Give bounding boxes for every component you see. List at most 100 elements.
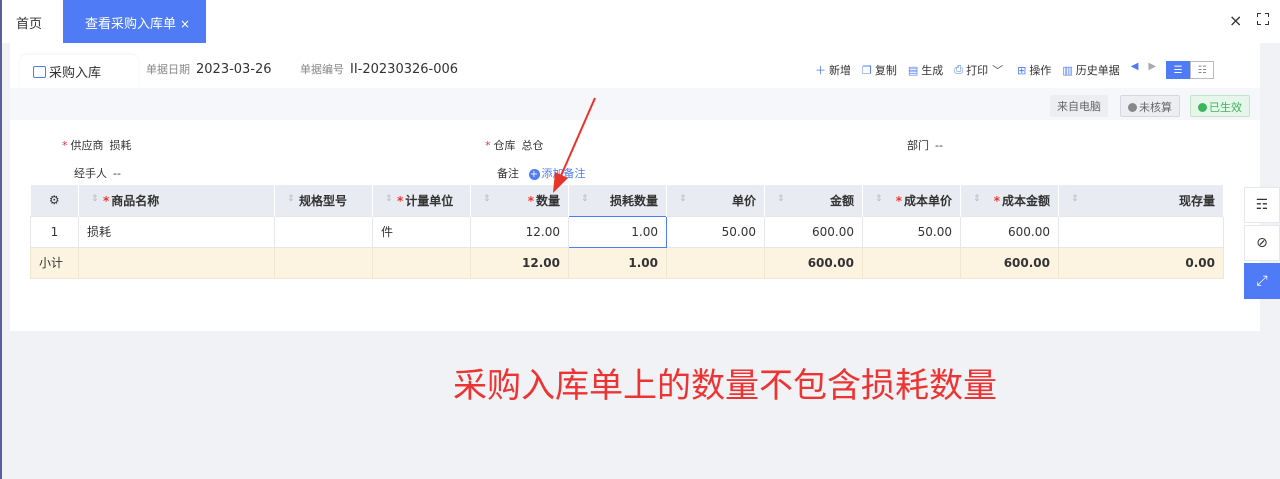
- toolbar: ＋新增 ❐ 复制 ▤ 生成 ⎙ 打印 ﹀ ⊞ 操作 ▥ 历史单据 ◀ ▶ ☰ ☷: [815, 61, 1215, 79]
- col-unit-label: 计量单位: [405, 193, 454, 208]
- doc-date-label: 单据日期: [146, 63, 190, 76]
- cell-product-name[interactable]: 损耗: [78, 215, 275, 248]
- table-header-row: ⚙ ⇕ * 商品名称 ⇕ 规格型号 ⇕ * 计量单位 ⇕ * 数量 ⇕ 损耗数量 ⇕ 单价 ⇕ 金额…: [30, 185, 1224, 216]
- detail-view-icon[interactable]: ☷: [1190, 61, 1215, 79]
- close-icon[interactable]: ×: [1229, 11, 1242, 30]
- chevron-down-icon: ﹀: [992, 64, 1004, 77]
- remark-field: 备注 + 添加备注: [497, 165, 586, 181]
- doc-date: 单据日期 2023-03-26: [146, 61, 272, 77]
- sort-icon[interactable]: ⇕: [777, 194, 785, 204]
- cell-cost-price[interactable]: 50.00: [862, 215, 961, 248]
- subtotal-loss-qty: 1.00: [568, 246, 667, 279]
- cell-price[interactable]: 50.00: [666, 215, 765, 248]
- cell-unit[interactable]: 件: [372, 215, 471, 248]
- cell-cost-amount[interactable]: 600.00: [960, 215, 1059, 248]
- annotation-text: 采购入库单上的数量不包含损耗数量: [453, 366, 997, 406]
- tab-close-icon[interactable]: ×: [180, 17, 190, 31]
- list-view-icon[interactable]: ☰: [1166, 61, 1191, 79]
- doc-date-value: 2023-03-26: [196, 62, 272, 77]
- subtotal-empty: [274, 246, 373, 279]
- operate-button[interactable]: ⊞ 操作: [1017, 61, 1051, 79]
- generate-button[interactable]: ▤ 生成: [908, 61, 943, 79]
- sort-icon[interactable]: ⇕: [483, 194, 491, 204]
- sort-icon[interactable]: ⇕: [91, 194, 99, 204]
- required-mark: *: [993, 193, 1000, 208]
- sort-icon[interactable]: ⇕: [581, 194, 589, 204]
- document-header: 采购入库 单据日期 2023-03-26 单据编号 II-20230326-006 …: [10, 43, 1260, 88]
- sort-icon[interactable]: ⇕: [973, 194, 981, 204]
- sort-icon[interactable]: ⇕: [287, 194, 295, 204]
- col-spec-label: 规格型号: [299, 193, 348, 208]
- col-stock[interactable]: ⇕ 现存量: [1058, 185, 1224, 216]
- print-button[interactable]: ⎙ 打印 ﹀: [954, 61, 1006, 79]
- history-button-label: 历史单据: [1075, 64, 1120, 77]
- department-label: 部门: [907, 139, 929, 152]
- history-doc-icon: ▥: [1062, 63, 1073, 77]
- check-icon: [1198, 103, 1207, 112]
- warehouse-label: 仓库: [493, 139, 516, 152]
- col-unit[interactable]: ⇕ * 计量单位: [372, 185, 471, 216]
- required-mark: *: [103, 193, 110, 208]
- supplier-field[interactable]: * 供应商 损耗: [62, 137, 132, 153]
- cell-qty[interactable]: 12.00: [470, 215, 569, 248]
- fullscreen-icon[interactable]: [1257, 13, 1269, 25]
- add-remark-label: 添加备注: [541, 167, 586, 180]
- table-row[interactable]: 1 损耗 件 12.00 1.00 50.00 600.00 50.00 600…: [30, 215, 1224, 248]
- history-button[interactable]: ▥ 历史单据: [1062, 61, 1119, 79]
- grid-icon: ⊞: [1017, 63, 1027, 77]
- col-cost-amount-label: 成本金额: [1001, 193, 1050, 208]
- col-product-name[interactable]: ⇕ * 商品名称: [78, 185, 275, 216]
- doc-number: 单据编号 II-20230326-006: [300, 61, 458, 77]
- purchase-receipt-icon: [33, 66, 46, 78]
- cell-amount[interactable]: 600.00: [764, 215, 863, 248]
- expand-icon[interactable]: ⤢: [1244, 263, 1280, 299]
- row-number: 1: [30, 215, 79, 248]
- operate-button-label: 操作: [1029, 64, 1052, 77]
- warehouse-field[interactable]: * 仓库 总仓: [485, 137, 544, 153]
- department-field[interactable]: 部门 --: [907, 137, 943, 153]
- copy-button[interactable]: ❐ 复制: [862, 61, 897, 79]
- sort-icon[interactable]: ⇕: [385, 194, 393, 204]
- col-qty[interactable]: ⇕ * 数量: [470, 185, 569, 216]
- handler-label: 经手人: [74, 167, 107, 180]
- col-spec[interactable]: ⇕ 规格型号: [274, 185, 373, 216]
- attachment-icon[interactable]: ⊘: [1244, 225, 1280, 261]
- cell-spec[interactable]: [274, 215, 373, 248]
- sort-icon[interactable]: ⇕: [679, 194, 687, 204]
- col-price-label: 单价: [731, 193, 756, 208]
- col-loss-qty[interactable]: ⇕ 损耗数量: [568, 185, 667, 216]
- cell-stock: [1058, 215, 1224, 248]
- cell-loss-qty[interactable]: 1.00: [568, 215, 667, 248]
- sort-icon[interactable]: ⇕: [875, 194, 883, 204]
- supplier-value: 损耗: [109, 139, 132, 152]
- warehouse-value: 总仓: [521, 139, 544, 152]
- subtotal-cost-amount: 600.00: [960, 246, 1059, 279]
- add-remark-link[interactable]: + 添加备注: [528, 167, 586, 180]
- new-button-label: 新增: [829, 64, 851, 77]
- tab-home[interactable]: 首页: [16, 13, 42, 32]
- tab-view-purchase-receipt[interactable]: 查看采购入库单 ×: [63, 0, 206, 43]
- required-mark: *: [397, 193, 404, 208]
- new-button[interactable]: ＋新增: [815, 61, 851, 79]
- subtotal-stock: 0.00: [1058, 246, 1224, 279]
- col-cost-price-label: 成本单价: [903, 193, 952, 208]
- sort-icon[interactable]: ⇕: [1071, 194, 1079, 204]
- copy-icon: ❐: [862, 63, 872, 77]
- required-mark: *: [62, 139, 68, 152]
- next-record-icon[interactable]: ▶: [1148, 61, 1156, 79]
- col-price[interactable]: ⇕ 单价: [666, 185, 765, 216]
- column-settings-icon[interactable]: ⚙: [30, 185, 79, 216]
- prev-record-icon[interactable]: ◀: [1131, 61, 1139, 79]
- required-mark: *: [485, 139, 491, 152]
- plus-circle-icon: +: [528, 169, 540, 180]
- doc-number-label: 单据编号: [300, 63, 344, 76]
- side-doc-icon[interactable]: ☶: [1244, 187, 1280, 223]
- col-amount[interactable]: ⇕ 金额: [764, 185, 863, 216]
- doc-type-tab[interactable]: 采购入库: [20, 55, 138, 88]
- review-status-label: 未核算: [1139, 101, 1172, 114]
- col-cost-amount[interactable]: ⇕ * 成本金额: [960, 185, 1059, 216]
- col-cost-price[interactable]: ⇕ * 成本单价: [862, 185, 961, 216]
- review-status-badge: 未核算: [1120, 95, 1180, 117]
- handler-field[interactable]: 经手人 --: [74, 165, 121, 181]
- plus-icon: ＋: [815, 64, 826, 77]
